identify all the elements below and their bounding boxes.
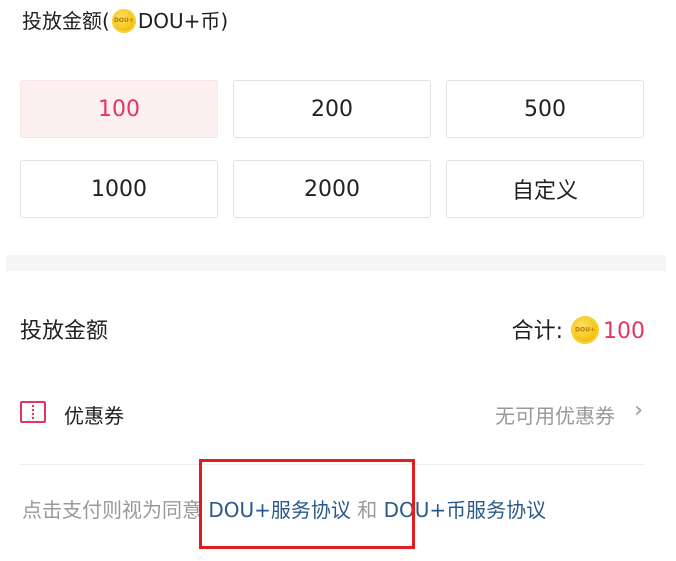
total-amount: 合计: 100 — [512, 313, 645, 345]
amount-header: 投放金额( DOU+币) — [22, 6, 228, 36]
total-row: 投放金额 合计: 100 — [20, 305, 645, 355]
amount-option-500[interactable]: 500 — [446, 80, 644, 138]
amount-option-200[interactable]: 200 — [233, 80, 431, 138]
amount-header-label: 投放金额( — [22, 9, 110, 33]
chevron-right-icon: › — [634, 398, 643, 423]
section-divider — [6, 255, 666, 271]
annotation-highlight-box — [199, 459, 415, 549]
amount-header-currency: DOU+币) — [137, 9, 229, 33]
amount-option-custom[interactable]: 自定义 — [446, 160, 644, 218]
coupon-label: 优惠券 — [64, 404, 124, 428]
coupon-row[interactable]: 优惠券 无可用优惠券 › — [20, 392, 645, 436]
agreement-prefix: 点击支付则视为同意 — [22, 498, 209, 522]
total-prefix: 合计: — [511, 319, 563, 344]
amount-option-1000[interactable]: 1000 — [20, 160, 218, 218]
summary-label: 投放金额 — [20, 319, 109, 344]
coupon-ticket-icon — [20, 401, 46, 423]
coupon-status: 无可用优惠券 — [495, 404, 615, 428]
amount-option-100[interactable]: 100 — [20, 80, 218, 138]
amount-option-2000[interactable]: 2000 — [233, 160, 431, 218]
dou-coin-icon — [571, 316, 599, 344]
dou-coin-icon — [111, 9, 136, 33]
total-value: 100 — [603, 319, 645, 344]
